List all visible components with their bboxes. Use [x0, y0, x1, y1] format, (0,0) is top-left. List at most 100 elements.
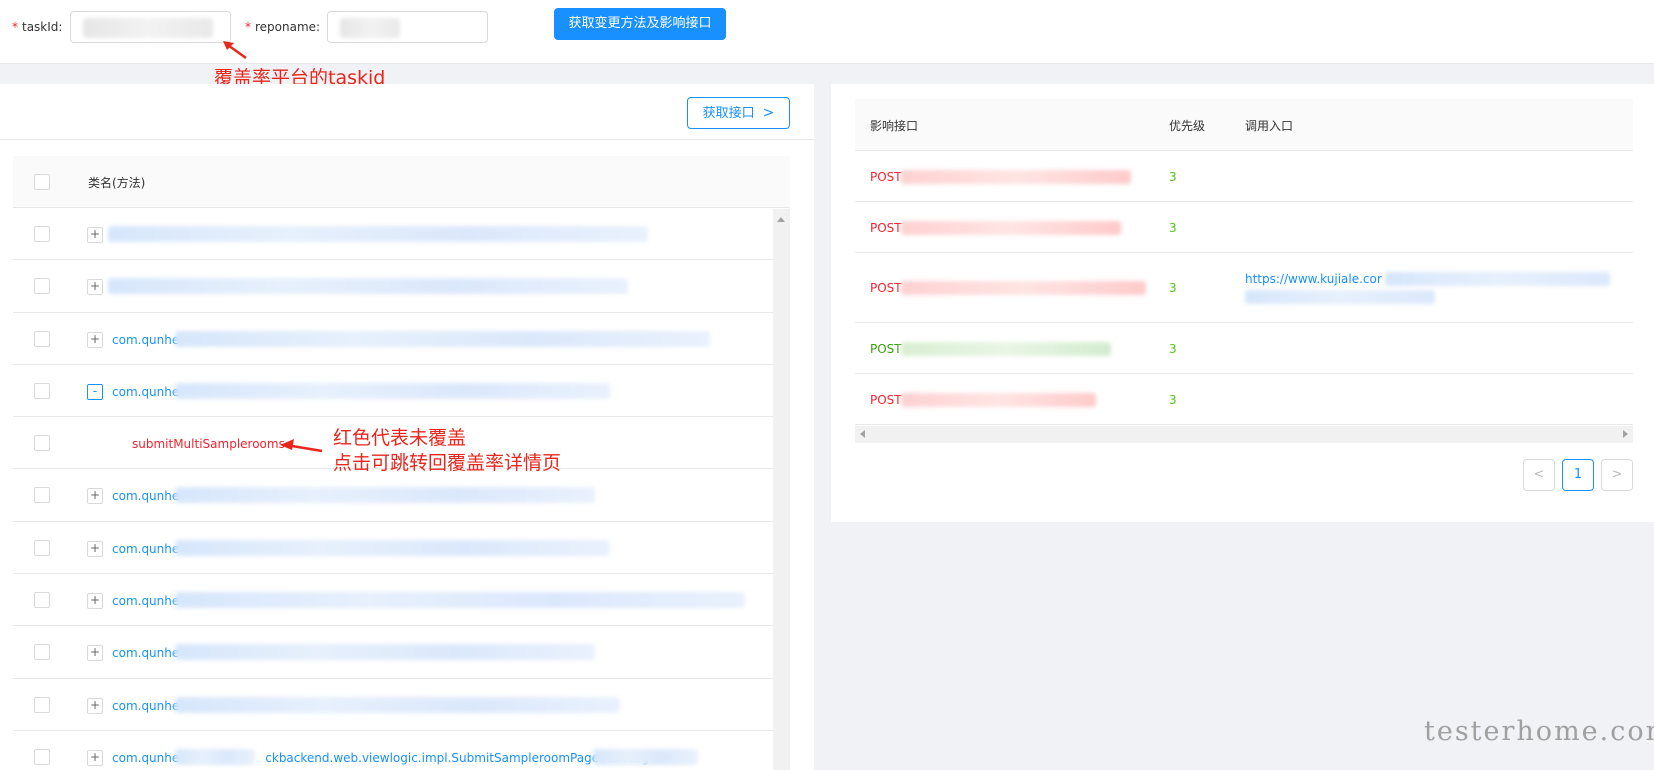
redacted-text: [175, 696, 620, 713]
priority-value: 3: [1169, 281, 1177, 295]
row-checkbox[interactable]: [34, 644, 50, 661]
http-method: POST: [870, 393, 902, 407]
package-name-link[interactable]: com.qunhe: [112, 385, 179, 399]
taskid-label: * taskId:: [12, 20, 63, 34]
row-checkbox[interactable]: [34, 278, 50, 295]
http-method: POST: [870, 281, 902, 295]
redacted-text: [175, 330, 710, 347]
affected-interfaces-panel: 影响接口 优先级 调用入口 POST 3 POST 3 POST 3 https…: [831, 84, 1654, 522]
prev-page-button[interactable]: <: [1523, 459, 1555, 491]
table-row: POST 3 https://www.kujiale.cor: [855, 253, 1633, 323]
annotation-arrow-uncovered: [280, 439, 323, 453]
get-changed-methods-button[interactable]: 获取变更方法及影响接口: [554, 8, 726, 40]
row-checkbox[interactable]: [34, 487, 50, 504]
watermark-logo: testerhome.com: [1424, 716, 1654, 747]
vertical-scrollbar[interactable]: [773, 209, 790, 770]
fetch-interfaces-button[interactable]: 获取接口 >: [687, 97, 790, 129]
redacted-text: [901, 342, 1111, 356]
table-header: 类名(方法): [13, 156, 790, 208]
redacted-text: [175, 592, 745, 609]
scroll-right-icon[interactable]: [1623, 430, 1628, 438]
http-method: POST: [870, 221, 902, 235]
interfaces-table: 影响接口 优先级 调用入口 POST 3 POST 3 POST 3 https…: [855, 99, 1633, 425]
package-name-link[interactable]: com.qunhe: [112, 489, 179, 503]
column-interface: 影响接口: [870, 119, 919, 133]
expand-icon[interactable]: +: [87, 227, 103, 243]
redacted-text: [175, 382, 610, 399]
priority-value: 3: [1169, 221, 1177, 235]
table-row: + com.qunhe: [13, 522, 773, 575]
panel-toolbar: 获取接口 >: [0, 84, 814, 140]
expand-icon[interactable]: +: [87, 697, 103, 714]
row-checkbox[interactable]: [34, 226, 50, 242]
taskid-input[interactable]: [70, 11, 231, 43]
expand-icon[interactable]: +: [87, 593, 103, 610]
select-all-checkbox[interactable]: [34, 174, 50, 190]
redacted-text: [175, 487, 595, 504]
redacted-text: [175, 644, 595, 661]
table-row: - com.qunhe: [13, 365, 773, 418]
table-row: +: [13, 260, 773, 313]
annotation-uncovered-note: 红色代表未覆盖 点击可跳转回覆盖率详情页: [333, 427, 562, 474]
collapse-icon[interactable]: -: [87, 383, 103, 400]
http-method: POST: [870, 170, 902, 184]
reponame-input[interactable]: [327, 11, 488, 43]
annotation-arrow-taskid: [223, 41, 247, 60]
redacted-text: [901, 170, 1131, 184]
expand-icon[interactable]: +: [87, 331, 103, 348]
table-row: + com.qunhe: [13, 626, 773, 679]
row-checkbox[interactable]: [34, 539, 50, 556]
table-row: + com.qunhe: [13, 574, 773, 627]
table-row: +: [13, 208, 773, 261]
page-1-button[interactable]: 1: [1562, 459, 1594, 491]
table-row: + com.qunhe ckbackend.web.viewlogic.impl.…: [13, 731, 773, 770]
table-row: POST 3: [855, 374, 1633, 425]
priority-value: 3: [1169, 170, 1177, 184]
expand-icon[interactable]: +: [87, 749, 103, 766]
row-checkbox[interactable]: [34, 330, 50, 347]
expand-icon[interactable]: +: [87, 540, 103, 557]
redacted-text: [1385, 272, 1610, 286]
package-name-link[interactable]: com.qunhe: [112, 542, 179, 556]
reponame-label: * reponame:: [245, 20, 321, 34]
entry-url-link[interactable]: https://www.kujiale.cor: [1245, 272, 1382, 286]
row-checkbox[interactable]: [34, 382, 50, 399]
package-name-link[interactable]: com.qunhe: [112, 699, 179, 713]
http-method: POST: [870, 342, 902, 356]
redacted-text: [901, 221, 1121, 235]
table-row: POST 3: [855, 151, 1633, 202]
horizontal-scrollbar[interactable]: [855, 426, 1633, 443]
row-checkbox[interactable]: [34, 592, 50, 609]
redacted-text: [1245, 290, 1435, 304]
redacted-text: [593, 748, 698, 765]
package-name-link[interactable]: com.qunhe: [112, 333, 179, 347]
expand-icon[interactable]: +: [87, 279, 103, 296]
column-entry: 调用入口: [1245, 119, 1294, 133]
row-checkbox[interactable]: [34, 748, 50, 765]
annotation-arrow-head: [280, 439, 294, 450]
table-row: + com.qunhe: [13, 469, 773, 522]
redacted-text: [175, 539, 610, 556]
scroll-up-icon[interactable]: [777, 217, 785, 222]
column-priority: 优先级: [1169, 119, 1206, 133]
table-row: POST 3: [855, 202, 1633, 253]
priority-value: 3: [1169, 393, 1177, 407]
column-class-method: 类名(方法): [88, 176, 146, 190]
chevron-right-icon: >: [762, 105, 775, 121]
table-row: + com.qunhe: [13, 679, 773, 731]
package-name-link[interactable]: com.qunhe: [112, 594, 179, 608]
table-row: + com.qunhe: [13, 313, 773, 365]
uncovered-method-link[interactable]: submitMultiSamplerooms: [132, 437, 285, 451]
expand-icon[interactable]: +: [87, 645, 103, 662]
table-header: 影响接口 优先级 调用入口: [855, 99, 1633, 151]
package-name-link[interactable]: com.qunhe: [112, 646, 179, 660]
redacted-text: [901, 393, 1096, 407]
next-page-button[interactable]: >: [1601, 459, 1633, 491]
row-checkbox[interactable]: [34, 435, 50, 452]
redacted-text: [901, 281, 1146, 295]
row-checkbox[interactable]: [34, 696, 50, 713]
scroll-left-icon[interactable]: [860, 430, 865, 438]
redacted-text: [108, 278, 628, 295]
table-row: POST 3: [855, 323, 1633, 374]
expand-icon[interactable]: +: [87, 488, 103, 505]
